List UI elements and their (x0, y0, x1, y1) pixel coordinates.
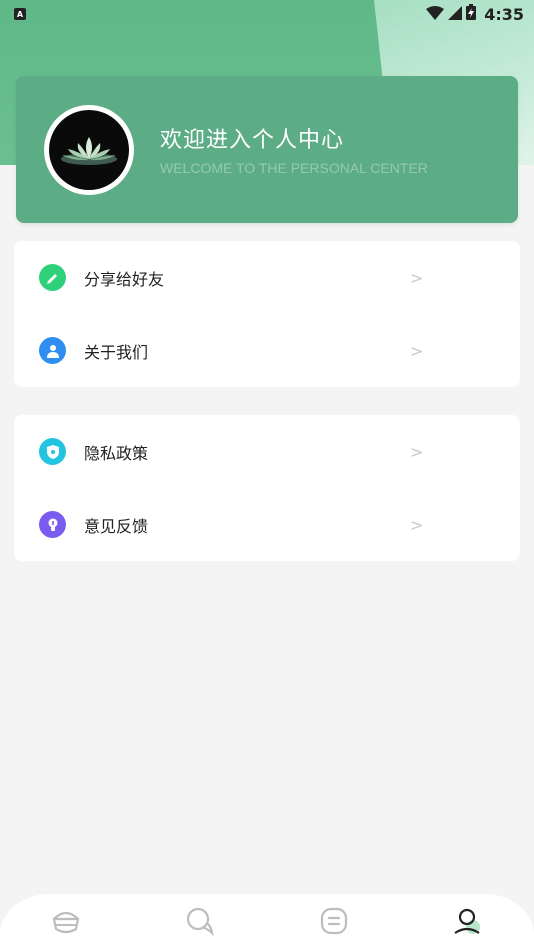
battery-charging-icon (466, 4, 477, 24)
menu-group-primary: 分享给好友 > 关于我们 > (14, 241, 520, 387)
avatar[interactable] (44, 105, 134, 195)
menu-item-privacy-policy[interactable]: 隐私政策 > (14, 415, 520, 488)
menu-label-feedback: 意见反馈 (84, 516, 149, 536)
menu-label-privacy-policy: 隐私政策 (84, 443, 149, 463)
notification-badge: A (14, 8, 26, 20)
notes-icon (318, 905, 350, 941)
bottom-navigation (0, 894, 534, 950)
status-time: 4:35 (484, 4, 524, 24)
menu-label-share: 分享给好友 (84, 269, 165, 289)
privacy-shield-icon (39, 438, 66, 465)
menu-item-about-us[interactable]: 关于我们 > (14, 314, 520, 387)
chevron-right-icon: > (410, 268, 424, 287)
nav-home-button[interactable] (49, 906, 83, 940)
signal-icon (448, 5, 463, 24)
status-bar: A 4:35 (0, 0, 534, 28)
welcome-title: 欢迎进入个人中心 (160, 128, 345, 153)
chevron-right-icon: > (410, 515, 424, 534)
nav-notes-button[interactable] (317, 906, 351, 940)
chevron-right-icon: > (410, 442, 424, 461)
chat-icon (184, 905, 216, 941)
share-icon (39, 264, 66, 291)
feedback-bulb-icon (39, 511, 66, 538)
menu-group-secondary: 隐私政策 > 意见反馈 > (14, 415, 520, 561)
menu-label-about-us: 关于我们 (84, 342, 149, 362)
nav-chat-button[interactable] (183, 906, 217, 940)
about-us-icon (39, 337, 66, 364)
menu-item-feedback[interactable]: 意见反馈 > (14, 488, 520, 561)
chevron-right-icon: > (410, 341, 424, 360)
wifi-icon (426, 5, 445, 24)
lotus-avatar-icon (49, 110, 129, 190)
nav-profile-button[interactable] (450, 906, 484, 940)
profile-icon (451, 905, 483, 941)
welcome-subtitle: WELCOME TO THE PERSONAL CENTER (160, 160, 428, 176)
menu-item-share[interactable]: 分享给好友 > (14, 241, 520, 314)
home-icon (50, 905, 82, 941)
profile-card: 欢迎进入个人中心 WELCOME TO THE PERSONAL CENTER (16, 76, 518, 223)
